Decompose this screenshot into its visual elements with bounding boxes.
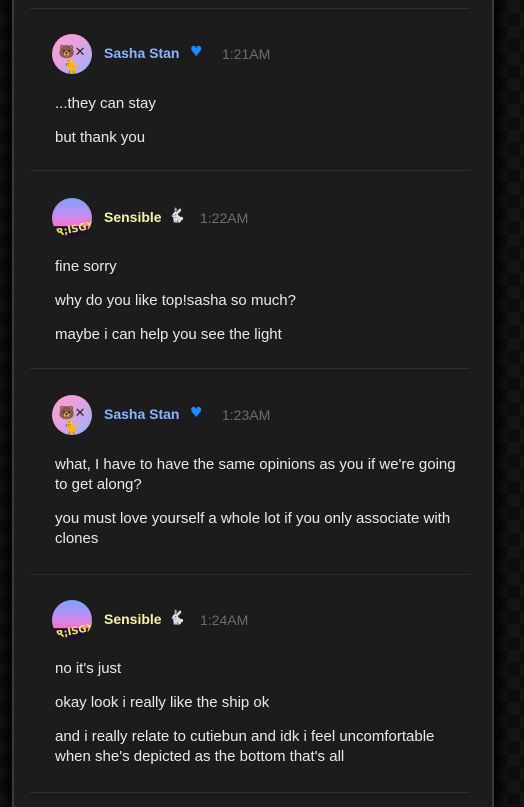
author-name[interactable]: Sensible (104, 209, 162, 225)
message-divider (30, 8, 470, 9)
avatar-tag-text: R;ISGX (55, 220, 92, 238)
message-line: okay look i really like the ship ok (55, 694, 270, 711)
message-line: and i really relate to cutiebun and idk … (55, 728, 435, 765)
message-line: but thank you (55, 129, 146, 146)
avatar[interactable]: R;ISGX (52, 600, 92, 640)
message-timestamp: 1:24AM (200, 612, 249, 628)
author-name[interactable]: Sasha Stan (104, 45, 179, 61)
avatar[interactable]: 🐻✕🐈 (52, 395, 92, 435)
message-body: ...they can stay but thank you (30, 94, 470, 148)
message-line: ...they can stay (55, 95, 156, 112)
avatar[interactable]: 🐻✕🐈 (52, 34, 92, 74)
blue-heart-icon: ♥ (190, 405, 203, 421)
chat-panel: 🐻✕🐈 Sasha Stan ♥ 1:21AM ...they can stay… (12, 0, 494, 807)
message-line: why do you like top!sasha so much? (55, 292, 296, 309)
chat-message: R;ISGX Sensible 🐇 1:24AM no it's just ok… (30, 600, 470, 767)
bunny-icon: 🐇 (168, 610, 186, 626)
message-line: maybe i can help you see the light (55, 326, 282, 343)
blue-heart-icon: ♥ (190, 44, 203, 60)
message-line: what, I have to have the same opinions a… (55, 456, 456, 493)
message-line: no it's just (55, 660, 122, 677)
message-header: 🐻✕🐈 Sasha Stan ♥ 1:23AM (30, 395, 470, 435)
bear-cat-avatar-icon: 🐻✕🐈 (58, 45, 86, 74)
message-divider (30, 574, 470, 575)
avatar-tag-text: R;ISGX (55, 622, 92, 640)
message-timestamp: 1:23AM (222, 407, 271, 423)
message-line: you must love yourself a whole lot if yo… (55, 510, 451, 547)
chat-message: R;ISGX Sensible 🐇 1:22AM fine sorry why … (30, 198, 470, 345)
message-line: fine sorry (55, 258, 117, 275)
message-header: R;ISGX Sensible 🐇 1:24AM (30, 600, 470, 640)
bear-cat-avatar-icon: 🐻✕🐈 (58, 406, 86, 435)
bunny-icon: 🐇 (168, 208, 186, 224)
message-header: 🐻✕🐈 Sasha Stan ♥ 1:21AM (30, 34, 470, 74)
message-divider (30, 792, 470, 793)
chat-message: 🐻✕🐈 Sasha Stan ♥ 1:23AM what, I have to … (30, 395, 470, 549)
message-body: no it's just okay look i really like the… (30, 659, 470, 767)
message-divider (30, 170, 470, 171)
avatar[interactable]: R;ISGX (52, 198, 92, 238)
message-timestamp: 1:22AM (200, 210, 249, 226)
message-body: what, I have to have the same opinions a… (30, 455, 470, 549)
message-divider (30, 368, 470, 369)
message-timestamp: 1:21AM (222, 46, 271, 62)
chat-message: 🐻✕🐈 Sasha Stan ♥ 1:21AM ...they can stay… (30, 34, 470, 148)
message-body: fine sorry why do you like top!sasha so … (30, 257, 470, 345)
author-name[interactable]: Sasha Stan (104, 406, 179, 422)
author-name[interactable]: Sensible (104, 611, 162, 627)
message-header: R;ISGX Sensible 🐇 1:22AM (30, 198, 470, 238)
